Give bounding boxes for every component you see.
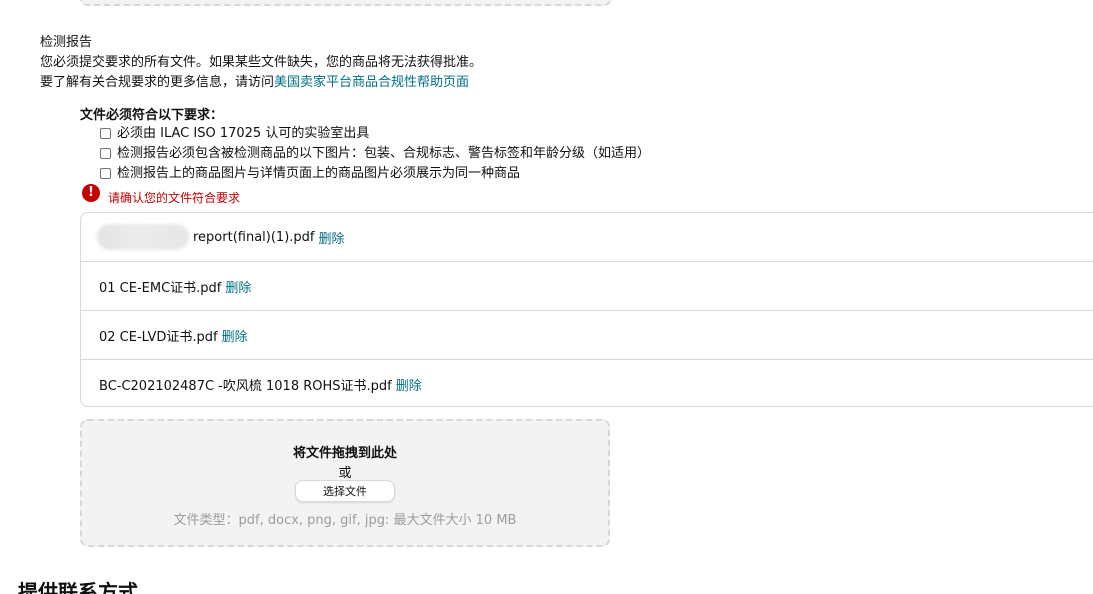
error-message: 请确认您的文件符合要求 <box>108 191 241 205</box>
requirement-item[interactable]: 必须由 ILAC ISO 17025 认可的实验室出具 <box>100 125 369 143</box>
file-name: 02 CE-LVD证书.pdf <box>99 329 218 345</box>
file-types-hint: 文件类型：pdf, docx, png, gif, jpg: 最大文件大小 10… <box>173 513 517 528</box>
file-dropzone[interactable]: 将文件拖拽到此处 或 选择文件 文件类型：pdf, docx, png, gif… <box>80 419 610 547</box>
file-name: 01 CE-EMC证书.pdf <box>99 280 222 296</box>
intro-help-prefix: 要了解有关合规要求的更多信息，请访问 <box>40 75 275 90</box>
uploaded-file-list: report(final)(1).pdf 删除 01 CE-EMC证书.pdf … <box>80 212 1093 407</box>
requirement-item[interactable]: 检测报告必须包含被检测商品的以下图片：包装、合规标志、警告标签和年龄分级（如适用… <box>100 145 650 163</box>
previous-dropzone-edge <box>80 0 612 6</box>
requirement-label: 检测报告上的商品图片与详情页面上的商品图片必须展示为同一种商品 <box>117 166 521 181</box>
requirement-item[interactable]: 检测报告上的商品图片与详情页面上的商品图片必须展示为同一种商品 <box>100 165 520 183</box>
requirement-label: 必须由 ILAC ISO 17025 认可的实验室出具 <box>117 126 370 141</box>
requirements-title: 文件必须符合以下要求： <box>80 108 224 123</box>
file-name: report(final)(1).pdf <box>193 229 315 245</box>
intro-required-files: 您必须提交要求的所有文件。如果某些文件缺失，您的商品将无法获得批准。 <box>40 55 483 70</box>
requirement-label: 检测报告必须包含被检测商品的以下图片：包装、合规标志、警告标签和年龄分级（如适用… <box>117 146 651 161</box>
compliance-upload-page: 检测报告 您必须提交要求的所有文件。如果某些文件缺失，您的商品将无法获得批准。 … <box>0 0 1093 594</box>
requirement-checkbox[interactable] <box>100 147 111 159</box>
file-row: 01 CE-EMC证书.pdf 删除 <box>81 262 1093 311</box>
dropzone-title: 将文件拖拽到此处 <box>292 446 397 461</box>
file-row: 02 CE-LVD证书.pdf 删除 <box>81 311 1093 360</box>
delete-file-link[interactable]: 删除 <box>396 375 422 394</box>
blurred-file-prefix <box>97 224 189 250</box>
dropzone-or: 或 <box>338 466 352 481</box>
intro-help: 要了解有关合规要求的更多信息，请访问美国卖家平台商品合规性帮助页面 <box>40 74 469 92</box>
validation-error: ! 请确认您的文件符合要求 <box>82 184 240 205</box>
compliance-help-link[interactable]: 美国卖家平台商品合规性帮助页面 <box>274 75 469 90</box>
file-row: BC-C202102487C -吹风梳 1018 ROHS证书.pdf 删除 <box>81 360 1093 409</box>
requirement-checkbox[interactable] <box>100 127 111 139</box>
requirement-checkbox[interactable] <box>100 167 111 179</box>
error-icon: ! <box>82 184 100 202</box>
delete-file-link[interactable]: 删除 <box>318 228 344 247</box>
section-title: 检测报告 <box>40 35 93 50</box>
choose-file-button[interactable]: 选择文件 <box>295 480 395 502</box>
delete-file-link[interactable]: 删除 <box>225 277 251 296</box>
file-name: BC-C202102487C -吹风梳 1018 ROHS证书.pdf <box>99 379 392 394</box>
delete-file-link[interactable]: 删除 <box>222 326 248 345</box>
file-row: report(final)(1).pdf 删除 <box>81 213 1093 262</box>
contact-section-heading: 提供联系方式 <box>18 580 138 594</box>
